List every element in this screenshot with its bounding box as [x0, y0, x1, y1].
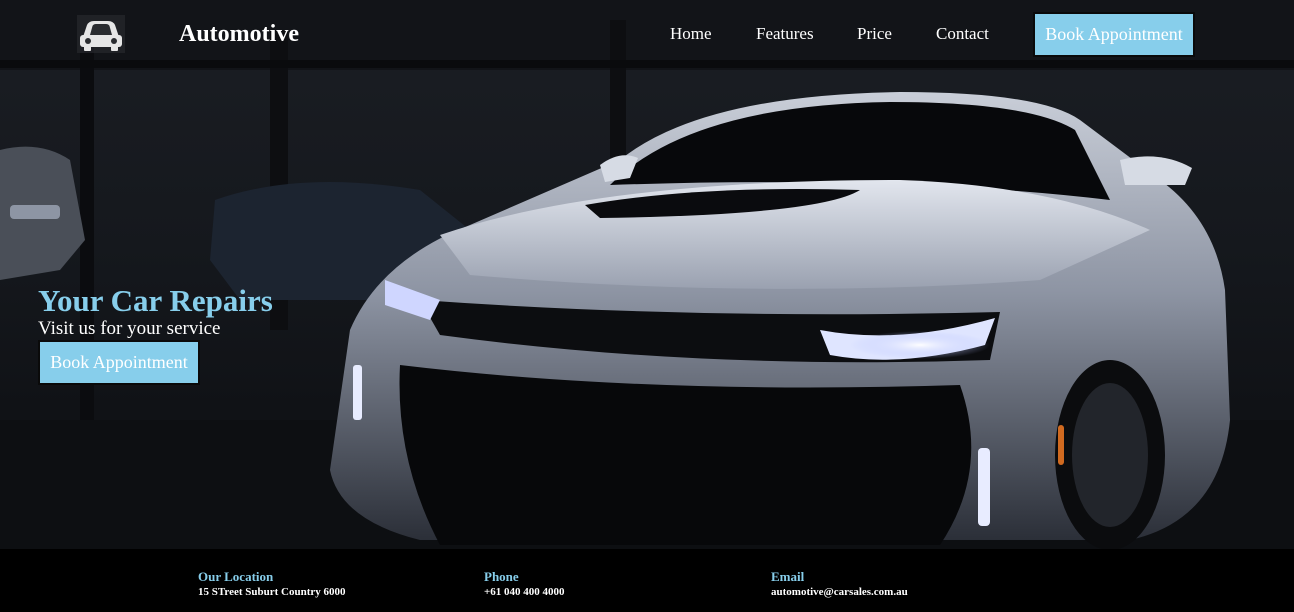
hero-book-appointment-button[interactable]: Book Appointment: [38, 340, 200, 385]
car-icon: [77, 15, 125, 53]
hero-title: Your Car Repairs: [38, 283, 273, 318]
nav-price[interactable]: Price: [857, 22, 892, 46]
hero-subtitle: Visit us for your service: [38, 318, 221, 339]
header-book-appointment-button[interactable]: Book Appointment: [1033, 12, 1195, 57]
footer-location: Our Location 15 STreet Suburt Country 60…: [198, 569, 346, 599]
footer-email-value[interactable]: automotive@carsales.com.au: [771, 585, 908, 599]
nav-home[interactable]: Home: [670, 22, 712, 46]
logo[interactable]: [76, 14, 126, 54]
footer-location-value: 15 STreet Suburt Country 6000: [198, 586, 346, 598]
hero-background-image: [0, 0, 1294, 549]
footer-location-label: Our Location: [198, 569, 274, 584]
footer: Our Location 15 STreet Suburt Country 60…: [0, 549, 1294, 612]
footer-email-label: Email: [771, 569, 805, 584]
footer-email: Email automotive@carsales.com.au: [771, 569, 908, 599]
hero-section: Automotive Home Features Price Contact B…: [0, 0, 1294, 549]
nav-contact[interactable]: Contact: [936, 22, 989, 46]
footer-phone-value[interactable]: +61 040 400 4000: [484, 585, 565, 599]
footer-phone-label: Phone: [484, 569, 519, 584]
nav-features[interactable]: Features: [756, 22, 814, 46]
footer-phone: Phone +61 040 400 4000: [484, 569, 565, 599]
brand-name: Automotive: [179, 21, 299, 47]
